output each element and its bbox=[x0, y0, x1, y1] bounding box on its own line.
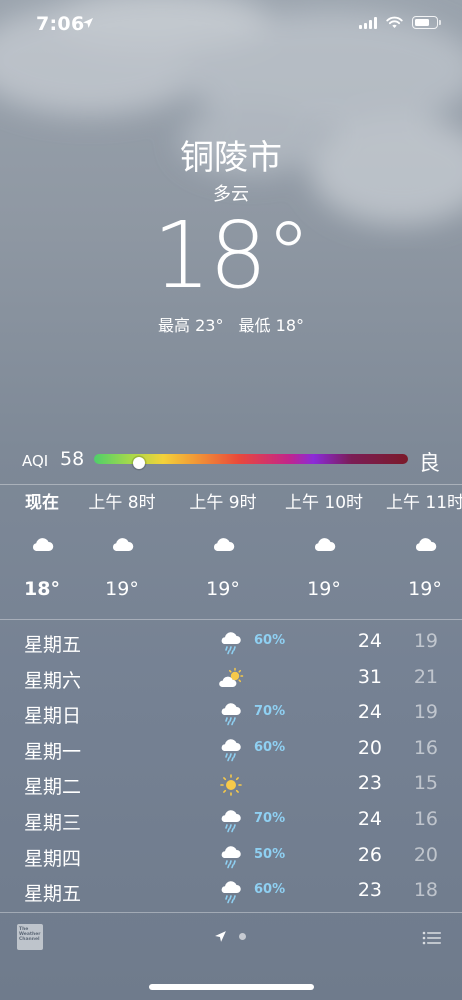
precip-chance: 60% bbox=[254, 739, 286, 755]
day-row: 星期日 70% 24 19 bbox=[0, 695, 462, 731]
day-high: 24 bbox=[357, 807, 382, 830]
weather-channel-logo[interactable]: The Weather Channel bbox=[17, 924, 43, 950]
cloud-icon bbox=[112, 538, 134, 551]
day-high: 20 bbox=[357, 736, 382, 759]
day-row: 星期二 23 15 bbox=[0, 766, 462, 802]
wifi-icon bbox=[386, 16, 403, 28]
day-high: 23 bbox=[357, 879, 382, 902]
day-row: 星期六 31 21 bbox=[0, 660, 462, 696]
day-name: 星期五 bbox=[24, 883, 82, 906]
cloud-icon bbox=[415, 538, 437, 551]
day-name: 星期三 bbox=[24, 811, 82, 834]
hourly-forecast[interactable]: 现在 18° 上午 8时 19° 上午 9时 19° 上午 10时 19° 上午… bbox=[0, 490, 462, 615]
hour-temp: 19° bbox=[408, 578, 442, 600]
daily-forecast[interactable]: 星期五 60% 24 19 星期六 31 21 星期日 70% 24 19 星期… bbox=[0, 624, 462, 909]
city-name: 铜陵市 bbox=[180, 138, 282, 178]
hour-item: 上午 8时 19° bbox=[77, 490, 167, 600]
day-high: 23 bbox=[357, 772, 382, 795]
bottom-toolbar: The Weather Channel bbox=[0, 912, 462, 1000]
hour-item: 上午 9时 19° bbox=[178, 490, 268, 600]
day-name: 星期二 bbox=[24, 776, 82, 799]
day-name: 星期一 bbox=[24, 740, 82, 763]
day-name: 星期六 bbox=[24, 669, 82, 692]
cloud-rain-icon bbox=[221, 738, 241, 762]
day-high: 24 bbox=[357, 630, 382, 652]
location-arrow-icon bbox=[83, 18, 93, 28]
day-high: 26 bbox=[357, 843, 382, 866]
precip-chance: 70% bbox=[254, 704, 286, 720]
day-row: 星期四 50% 26 20 bbox=[0, 838, 462, 874]
cloud-rain-icon bbox=[221, 881, 241, 904]
cloud-rain-icon bbox=[221, 632, 241, 655]
high-low: 最高 23° 最低 18° bbox=[0, 312, 462, 336]
day-row: 星期三 70% 24 16 bbox=[0, 802, 462, 838]
high-temp: 最高 23° bbox=[158, 316, 224, 335]
hour-label: 上午 8时 bbox=[88, 493, 156, 513]
precip-chance: 60% bbox=[254, 882, 286, 898]
day-name: 星期五 bbox=[24, 634, 82, 656]
hour-label: 上午 10时 bbox=[284, 493, 364, 513]
sun-icon bbox=[220, 774, 242, 797]
partly-sunny-icon bbox=[219, 667, 244, 687]
day-low: 21 bbox=[413, 665, 438, 688]
aqi-indicator bbox=[132, 457, 145, 469]
current-temperature: 18° bbox=[152, 202, 311, 309]
page-indicator[interactable] bbox=[214, 930, 246, 943]
page-dot-icon[interactable] bbox=[239, 933, 246, 940]
cellular-signal-icon bbox=[359, 16, 377, 29]
day-row: 星期一 60% 20 16 bbox=[0, 731, 462, 767]
day-low: 16 bbox=[413, 807, 438, 830]
hour-temp: 19° bbox=[307, 578, 341, 600]
precip-chance: 70% bbox=[254, 810, 286, 826]
day-low: 18 bbox=[413, 879, 438, 902]
hour-label: 上午 11时 bbox=[385, 493, 462, 513]
day-low: 16 bbox=[413, 736, 438, 759]
day-row: 星期五 60% 24 19 bbox=[0, 624, 462, 660]
hour-item: 上午 11时 19° bbox=[380, 490, 462, 600]
hour-temp: 18° bbox=[24, 578, 60, 600]
aqi-scale-bar bbox=[94, 454, 408, 469]
status-bar: 7:06 bbox=[0, 0, 462, 50]
cloud-icon bbox=[314, 538, 336, 551]
home-indicator[interactable] bbox=[149, 984, 314, 990]
cloud-rain-icon bbox=[221, 703, 241, 726]
hour-temp: 19° bbox=[105, 578, 139, 600]
hour-item: 现在 18° bbox=[0, 490, 87, 600]
cloud-icon bbox=[32, 538, 54, 551]
aqi-level: 良 bbox=[419, 451, 440, 475]
aqi-label: AQI bbox=[22, 452, 49, 470]
day-low: 15 bbox=[413, 772, 438, 795]
list-icon[interactable] bbox=[422, 930, 442, 946]
hour-label: 上午 9时 bbox=[189, 493, 257, 513]
day-low: 20 bbox=[413, 843, 438, 866]
day-high: 31 bbox=[357, 665, 382, 688]
low-temp: 最低 18° bbox=[238, 316, 304, 335]
divider bbox=[0, 484, 462, 485]
battery-icon bbox=[412, 16, 441, 29]
day-name: 星期四 bbox=[24, 847, 82, 870]
aqi-row: AQI 58 良 bbox=[22, 448, 442, 475]
hour-label: 现在 bbox=[25, 493, 59, 513]
cloud-icon bbox=[213, 538, 235, 551]
precip-chance: 60% bbox=[254, 633, 286, 648]
cloud-rain-icon bbox=[221, 810, 241, 833]
logo-text: The Weather Channel bbox=[19, 927, 41, 942]
precip-chance: 50% bbox=[254, 846, 286, 862]
day-low: 19 bbox=[413, 630, 438, 652]
status-icons bbox=[359, 16, 441, 29]
cloud-rain-icon bbox=[221, 845, 241, 868]
hour-temp: 19° bbox=[206, 578, 240, 600]
day-name: 星期日 bbox=[24, 705, 82, 728]
day-low: 19 bbox=[413, 701, 438, 724]
aqi-value: 58 bbox=[60, 448, 85, 470]
status-time: 7:06 bbox=[36, 13, 85, 35]
hour-item: 上午 10时 19° bbox=[279, 490, 369, 600]
day-row: 星期五 60% 23 18 bbox=[0, 873, 462, 909]
divider bbox=[0, 619, 462, 620]
location-arrow-icon[interactable] bbox=[214, 930, 227, 943]
day-high: 24 bbox=[357, 701, 382, 724]
